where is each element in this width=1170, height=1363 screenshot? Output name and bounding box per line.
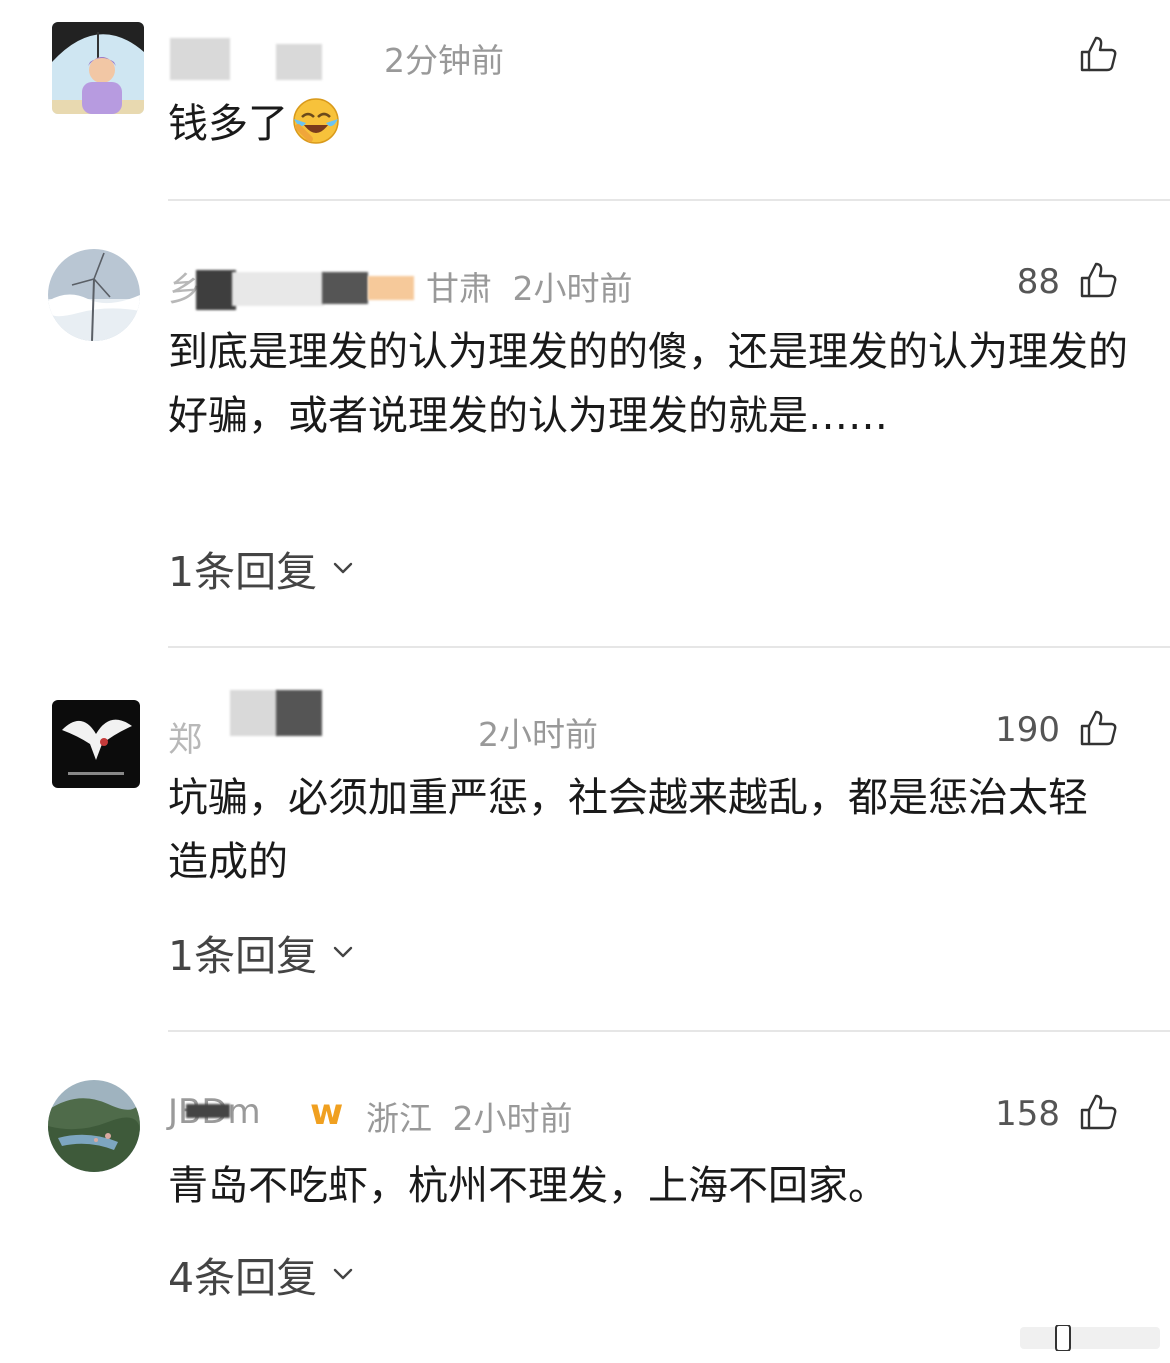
- comment-item: JBDm w 浙江 2小时前 158 青岛不吃虾，杭州不理发，上海不回家。 4条…: [0, 1032, 1170, 1363]
- like-button[interactable]: [1078, 708, 1118, 748]
- redaction-block: [276, 690, 322, 736]
- user-location: 甘肃: [426, 269, 492, 308]
- redaction-block: [230, 690, 278, 736]
- redaction-block: [232, 272, 324, 306]
- username[interactable]: 郑: [168, 712, 202, 761]
- reply-count-label: 1条回复: [168, 548, 318, 596]
- redaction-block: [368, 276, 414, 300]
- comment-time: 2小时前: [478, 715, 598, 754]
- reply-count-label: 1条回复: [168, 932, 318, 980]
- comment-time: 2小时前: [452, 1099, 573, 1138]
- comment-item: 2分钟前 钱多了: [0, 0, 1170, 200]
- comment-item: 乡 甘肃 2小时前 88 到底是理发的认为理发的的傻，还是理发的认为理发的好骗，…: [0, 200, 1170, 646]
- like-button[interactable]: [1078, 1092, 1118, 1132]
- comment-time: 2分钟前: [384, 41, 504, 80]
- comment-meta: 2分钟前: [384, 34, 504, 82]
- chevron-down-icon: [333, 946, 353, 958]
- thumbs-up-icon: [1080, 262, 1117, 298]
- redaction-block: [196, 270, 236, 310]
- thumbs-up-icon: [1080, 710, 1117, 746]
- thumbs-up-icon: [1080, 1094, 1117, 1130]
- comment-meta: 2小时前: [478, 708, 598, 756]
- reply-count-label: 4条回复: [168, 1254, 318, 1302]
- chevron-down-icon: [333, 1268, 353, 1280]
- comment-item: 郑 2小时前 190 坑骗，必须加重严惩，社会越来越乱，都是惩治太轻造成的 1条…: [0, 648, 1170, 1030]
- view-replies-button[interactable]: 4条回复: [168, 1244, 355, 1304]
- comment-meta: 浙江 2小时前: [366, 1092, 573, 1140]
- redaction-block: [170, 38, 230, 80]
- like-button[interactable]: [1078, 34, 1118, 74]
- comment-text: 到底是理发的认为理发的的傻，还是理发的认为理发的好骗，或者说理发的认为理发的就是…: [168, 329, 1128, 439]
- laughing-crying-emoji: [292, 97, 340, 145]
- redaction-block: [322, 272, 368, 304]
- comment-meta: 甘肃 2小时前: [426, 262, 633, 310]
- member-badge: w: [310, 1092, 344, 1133]
- like-count: 190: [995, 710, 1060, 750]
- comment-text: 钱多了: [168, 92, 1128, 156]
- view-replies-button[interactable]: 1条回复: [168, 922, 355, 982]
- watermark: [1020, 1324, 1160, 1352]
- avatar[interactable]: [48, 1080, 140, 1172]
- like-button[interactable]: [1078, 260, 1118, 300]
- chevron-down-icon: [333, 562, 353, 574]
- avatar[interactable]: [52, 22, 144, 114]
- redaction-block: [276, 44, 322, 80]
- comment-text: 坑骗，必须加重严惩，社会越来越乱，都是惩治太轻造成的: [168, 775, 1088, 885]
- like-count: 88: [1016, 262, 1060, 302]
- redaction-block: [186, 1104, 230, 1118]
- user-location: 浙江: [366, 1099, 432, 1138]
- avatar[interactable]: [48, 249, 140, 341]
- like-count: 158: [995, 1094, 1060, 1134]
- comment-time: 2小时前: [512, 269, 633, 308]
- view-replies-button[interactable]: 1条回复: [168, 538, 355, 598]
- avatar[interactable]: [52, 700, 140, 788]
- thumbs-up-icon: [1080, 36, 1117, 72]
- comment-text: 青岛不吃虾，杭州不理发，上海不回家。: [168, 1163, 888, 1209]
